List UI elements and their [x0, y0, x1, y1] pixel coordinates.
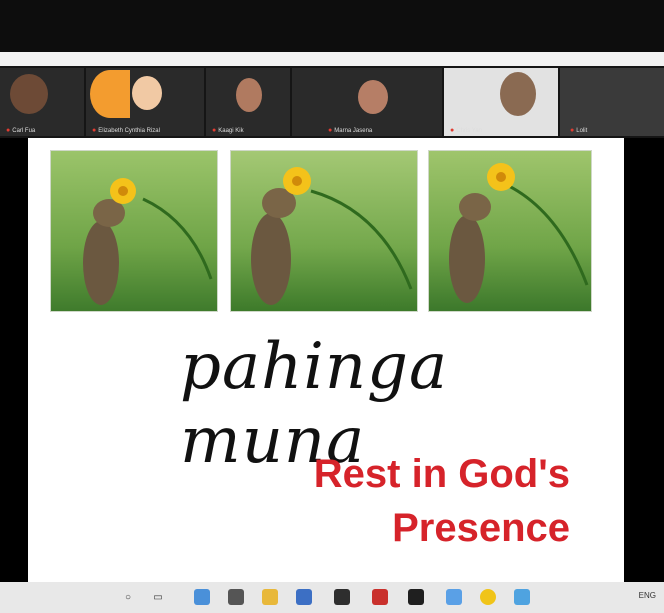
squirrel-flower-photo: [50, 150, 218, 312]
mail-icon[interactable]: [296, 589, 312, 605]
squirrel-flower-photo: [230, 150, 418, 312]
participant-name: Marna Jasena: [334, 128, 373, 134]
photos-icon[interactable]: [334, 589, 350, 605]
store-icon[interactable]: [228, 589, 244, 605]
participant-name: Carl Fua: [12, 128, 36, 134]
zoom-icon[interactable]: [446, 589, 462, 605]
top-divider: [0, 52, 664, 66]
participant-video: [10, 74, 48, 114]
slide-line-1: Rest in God's: [313, 452, 570, 496]
mic-muted-icon: ●: [92, 127, 97, 134]
meeting-top-bar: [0, 0, 664, 52]
media-icon[interactable]: [372, 589, 388, 605]
background-decoration: [90, 70, 130, 118]
participant-tile[interactable]: ● Carl Fua: [0, 68, 84, 136]
system-tray: ENG: [638, 591, 656, 600]
windows-taskbar: ○ ▭ ENG: [0, 582, 664, 613]
slide-line-2: Presence: [392, 506, 570, 550]
office-icon[interactable]: [408, 589, 424, 605]
chrome-icon[interactable]: [480, 589, 496, 605]
participant-tile[interactable]: ● Chris Yan: [444, 68, 558, 136]
participant-video: [358, 80, 388, 114]
settings-icon[interactable]: [514, 589, 530, 605]
participant-video: [236, 78, 262, 112]
mic-muted-icon: ●: [6, 127, 11, 134]
participant-tile[interactable]: ● Lolit: [560, 68, 664, 136]
folder-icon[interactable]: [262, 589, 278, 605]
search-icon[interactable]: ○: [120, 589, 136, 605]
participant-tile[interactable]: ● Kaagi Kik: [206, 68, 290, 136]
share-letterbox-left: [0, 138, 28, 582]
participant-tile[interactable]: ● Elizabeth Cynthia Rizal: [86, 68, 204, 136]
participant-video: [500, 72, 536, 116]
participant-tile[interactable]: ● Marna Jasena: [292, 68, 442, 136]
share-letterbox-right: [624, 138, 664, 582]
participant-name: Elizabeth Cynthia Rizal: [98, 128, 160, 134]
task-view-icon[interactable]: ▭: [150, 589, 166, 605]
squirrel-flower-photo: [428, 150, 592, 312]
participant-video: [132, 76, 162, 110]
mic-muted-icon: ●: [212, 127, 217, 134]
participant-name: Chris Yan: [456, 128, 483, 134]
participant-name: Lolit: [576, 128, 588, 134]
participant-gallery: ● Carl Fua ● Elizabeth Cynthia Rizal ● Kaag…: [0, 66, 664, 138]
participant-name: Kaagi Kik: [218, 128, 244, 134]
mic-muted-icon: ●: [450, 127, 455, 134]
file-explorer-icon[interactable]: [194, 589, 210, 605]
mic-muted-icon: ●: [570, 127, 575, 134]
mic-muted-icon: ●: [328, 127, 333, 134]
